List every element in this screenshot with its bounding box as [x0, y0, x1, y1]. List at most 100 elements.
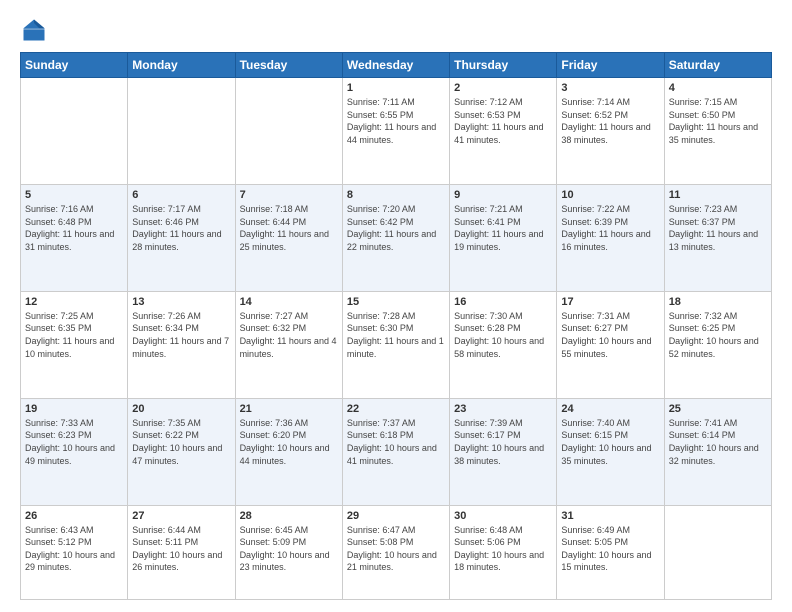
calendar-day-cell: [664, 505, 771, 599]
calendar-header-saturday: Saturday: [664, 53, 771, 78]
calendar-day-cell: 31Sunrise: 6:49 AM Sunset: 5:05 PM Dayli…: [557, 505, 664, 599]
calendar-day-cell: 20 Sunrise: 7:35 AM Sunset: 6:22 PM Dayli…: [128, 398, 235, 505]
day-number: 16: [454, 296, 552, 308]
day-info: Sunrise: 7:17 AM Sunset: 6:46 PM Dayligh…: [132, 203, 230, 253]
calendar-day-cell: 17 Sunrise: 7:31 AM Sunset: 6:27 PM Dayli…: [557, 291, 664, 398]
calendar-day-cell: 15Sunrise: 7:28 AM Sunset: 6:30 PM Dayli…: [342, 291, 449, 398]
calendar-day-cell: 8 Sunrise: 7:20 AM Sunset: 6:42 PM Daylig…: [342, 184, 449, 291]
day-info: Sunrise: 7:32 AM Sunset: 6:25 PM Dayligh…: [669, 310, 767, 360]
page: SundayMondayTuesdayWednesdayThursdayFrid…: [0, 0, 792, 612]
calendar-day-cell: 2 Sunrise: 7:12 AM Sunset: 6:53 PM Daylig…: [450, 78, 557, 185]
calendar-day-cell: 16 Sunrise: 7:30 AM Sunset: 6:28 PM Dayli…: [450, 291, 557, 398]
day-info: Sunrise: 7:11 AM Sunset: 6:55 PM Dayligh…: [347, 96, 445, 146]
day-info: Sunrise: 7:30 AM Sunset: 6:28 PM Dayligh…: [454, 310, 552, 360]
day-info: Sunrise: 6:47 AM Sunset: 5:08 PM Dayligh…: [347, 524, 445, 574]
day-info: Sunrise: 7:35 AM Sunset: 6:22 PM Dayligh…: [132, 417, 230, 467]
day-info: Sunrise: 7:23 AM Sunset: 6:37 PM Dayligh…: [669, 203, 767, 253]
calendar-day-cell: 26 Sunrise: 6:43 AM Sunset: 5:12 PM Dayli…: [21, 505, 128, 599]
day-info: Sunrise: 7:21 AM Sunset: 6:41 PM Dayligh…: [454, 203, 552, 253]
calendar-day-cell: 21Sunrise: 7:36 AM Sunset: 6:20 PM Dayli…: [235, 398, 342, 505]
calendar-day-cell: 13 Sunrise: 7:26 AM Sunset: 6:34 PM Dayli…: [128, 291, 235, 398]
day-info: Sunrise: 7:20 AM Sunset: 6:42 PM Dayligh…: [347, 203, 445, 253]
calendar-day-cell: 23 Sunrise: 7:39 AM Sunset: 6:17 PM Dayli…: [450, 398, 557, 505]
day-number: 23: [454, 403, 552, 415]
day-info: Sunrise: 7:16 AM Sunset: 6:48 PM Dayligh…: [25, 203, 123, 253]
calendar-day-cell: 29 Sunrise: 6:47 AM Sunset: 5:08 PM Dayli…: [342, 505, 449, 599]
day-number: 25: [669, 403, 767, 415]
calendar-table: SundayMondayTuesdayWednesdayThursdayFrid…: [20, 52, 772, 600]
calendar-day-cell: 22 Sunrise: 7:37 AM Sunset: 6:18 PM Dayli…: [342, 398, 449, 505]
day-info: Sunrise: 7:22 AM Sunset: 6:39 PM Dayligh…: [561, 203, 659, 253]
day-number: 19: [25, 403, 123, 415]
calendar-day-cell: 14 Sunrise: 7:27 AM Sunset: 6:32 PM Dayli…: [235, 291, 342, 398]
calendar-day-cell: 25 Sunrise: 7:41 AM Sunset: 6:14 PM Dayli…: [664, 398, 771, 505]
day-info: Sunrise: 7:18 AM Sunset: 6:44 PM Dayligh…: [240, 203, 338, 253]
day-number: 11: [669, 189, 767, 201]
calendar-day-cell: 1 Sunrise: 7:11 AM Sunset: 6:55 PM Daylig…: [342, 78, 449, 185]
day-info: Sunrise: 6:48 AM Sunset: 5:06 PM Dayligh…: [454, 524, 552, 574]
day-number: 30: [454, 510, 552, 522]
calendar-day-cell: [128, 78, 235, 185]
day-info: Sunrise: 7:14 AM Sunset: 6:52 PM Dayligh…: [561, 96, 659, 146]
calendar-week-row: 1 Sunrise: 7:11 AM Sunset: 6:55 PM Daylig…: [21, 78, 772, 185]
day-number: 4: [669, 82, 767, 94]
calendar-day-cell: 11 Sunrise: 7:23 AM Sunset: 6:37 PM Dayli…: [664, 184, 771, 291]
day-number: 17: [561, 296, 659, 308]
day-number: 18: [669, 296, 767, 308]
day-info: Sunrise: 7:27 AM Sunset: 6:32 PM Dayligh…: [240, 310, 338, 360]
day-number: 7: [240, 189, 338, 201]
day-info: Sunrise: 7:37 AM Sunset: 6:18 PM Dayligh…: [347, 417, 445, 467]
calendar-day-cell: 27Sunrise: 6:44 AM Sunset: 5:11 PM Dayli…: [128, 505, 235, 599]
day-number: 21: [240, 403, 338, 415]
day-info: Sunrise: 7:41 AM Sunset: 6:14 PM Dayligh…: [669, 417, 767, 467]
calendar-day-cell: 4 Sunrise: 7:15 AM Sunset: 6:50 PM Daylig…: [664, 78, 771, 185]
calendar-day-cell: 28 Sunrise: 6:45 AM Sunset: 5:09 PM Dayli…: [235, 505, 342, 599]
day-info: Sunrise: 7:39 AM Sunset: 6:17 PM Dayligh…: [454, 417, 552, 467]
day-number: 10: [561, 189, 659, 201]
day-number: 3: [561, 82, 659, 94]
day-number: 24: [561, 403, 659, 415]
calendar-day-cell: 30 Sunrise: 6:48 AM Sunset: 5:06 PM Dayli…: [450, 505, 557, 599]
day-info: Sunrise: 7:15 AM Sunset: 6:50 PM Dayligh…: [669, 96, 767, 146]
day-info: Sunrise: 7:40 AM Sunset: 6:15 PM Dayligh…: [561, 417, 659, 467]
day-number: 14: [240, 296, 338, 308]
day-number: 6: [132, 189, 230, 201]
calendar-day-cell: 9 Sunrise: 7:21 AM Sunset: 6:41 PM Daylig…: [450, 184, 557, 291]
calendar-day-cell: [21, 78, 128, 185]
calendar-day-cell: 5 Sunrise: 7:16 AM Sunset: 6:48 PM Daylig…: [21, 184, 128, 291]
day-number: 29: [347, 510, 445, 522]
day-info: Sunrise: 7:31 AM Sunset: 6:27 PM Dayligh…: [561, 310, 659, 360]
day-info: Sunrise: 6:45 AM Sunset: 5:09 PM Dayligh…: [240, 524, 338, 574]
calendar-day-cell: 7 Sunrise: 7:18 AM Sunset: 6:44 PM Daylig…: [235, 184, 342, 291]
calendar-week-row: 12Sunrise: 7:25 AM Sunset: 6:35 PM Dayli…: [21, 291, 772, 398]
calendar-header-wednesday: Wednesday: [342, 53, 449, 78]
calendar-day-cell: 18 Sunrise: 7:32 AM Sunset: 6:25 PM Dayli…: [664, 291, 771, 398]
calendar-header-tuesday: Tuesday: [235, 53, 342, 78]
calendar-week-row: 26 Sunrise: 6:43 AM Sunset: 5:12 PM Dayli…: [21, 505, 772, 599]
day-info: Sunrise: 6:49 AM Sunset: 5:05 PM Dayligh…: [561, 524, 659, 574]
day-number: 8: [347, 189, 445, 201]
day-number: 20: [132, 403, 230, 415]
day-number: 26: [25, 510, 123, 522]
logo: [20, 16, 52, 44]
day-number: 2: [454, 82, 552, 94]
calendar-day-cell: [235, 78, 342, 185]
day-number: 1: [347, 82, 445, 94]
day-number: 13: [132, 296, 230, 308]
calendar-header-friday: Friday: [557, 53, 664, 78]
day-number: 12: [25, 296, 123, 308]
calendar-day-cell: 19 Sunrise: 7:33 AM Sunset: 6:23 PM Dayli…: [21, 398, 128, 505]
calendar-day-cell: 12Sunrise: 7:25 AM Sunset: 6:35 PM Dayli…: [21, 291, 128, 398]
day-info: Sunrise: 6:43 AM Sunset: 5:12 PM Dayligh…: [25, 524, 123, 574]
day-info: Sunrise: 7:12 AM Sunset: 6:53 PM Dayligh…: [454, 96, 552, 146]
day-info: Sunrise: 7:26 AM Sunset: 6:34 PM Dayligh…: [132, 310, 230, 360]
day-info: Sunrise: 6:44 AM Sunset: 5:11 PM Dayligh…: [132, 524, 230, 574]
day-number: 22: [347, 403, 445, 415]
calendar-day-cell: 24 Sunrise: 7:40 AM Sunset: 6:15 PM Dayli…: [557, 398, 664, 505]
day-number: 28: [240, 510, 338, 522]
calendar-header-row: SundayMondayTuesdayWednesdayThursdayFrid…: [21, 53, 772, 78]
calendar-header-sunday: Sunday: [21, 53, 128, 78]
day-number: 9: [454, 189, 552, 201]
day-info: Sunrise: 7:33 AM Sunset: 6:23 PM Dayligh…: [25, 417, 123, 467]
day-number: 5: [25, 189, 123, 201]
